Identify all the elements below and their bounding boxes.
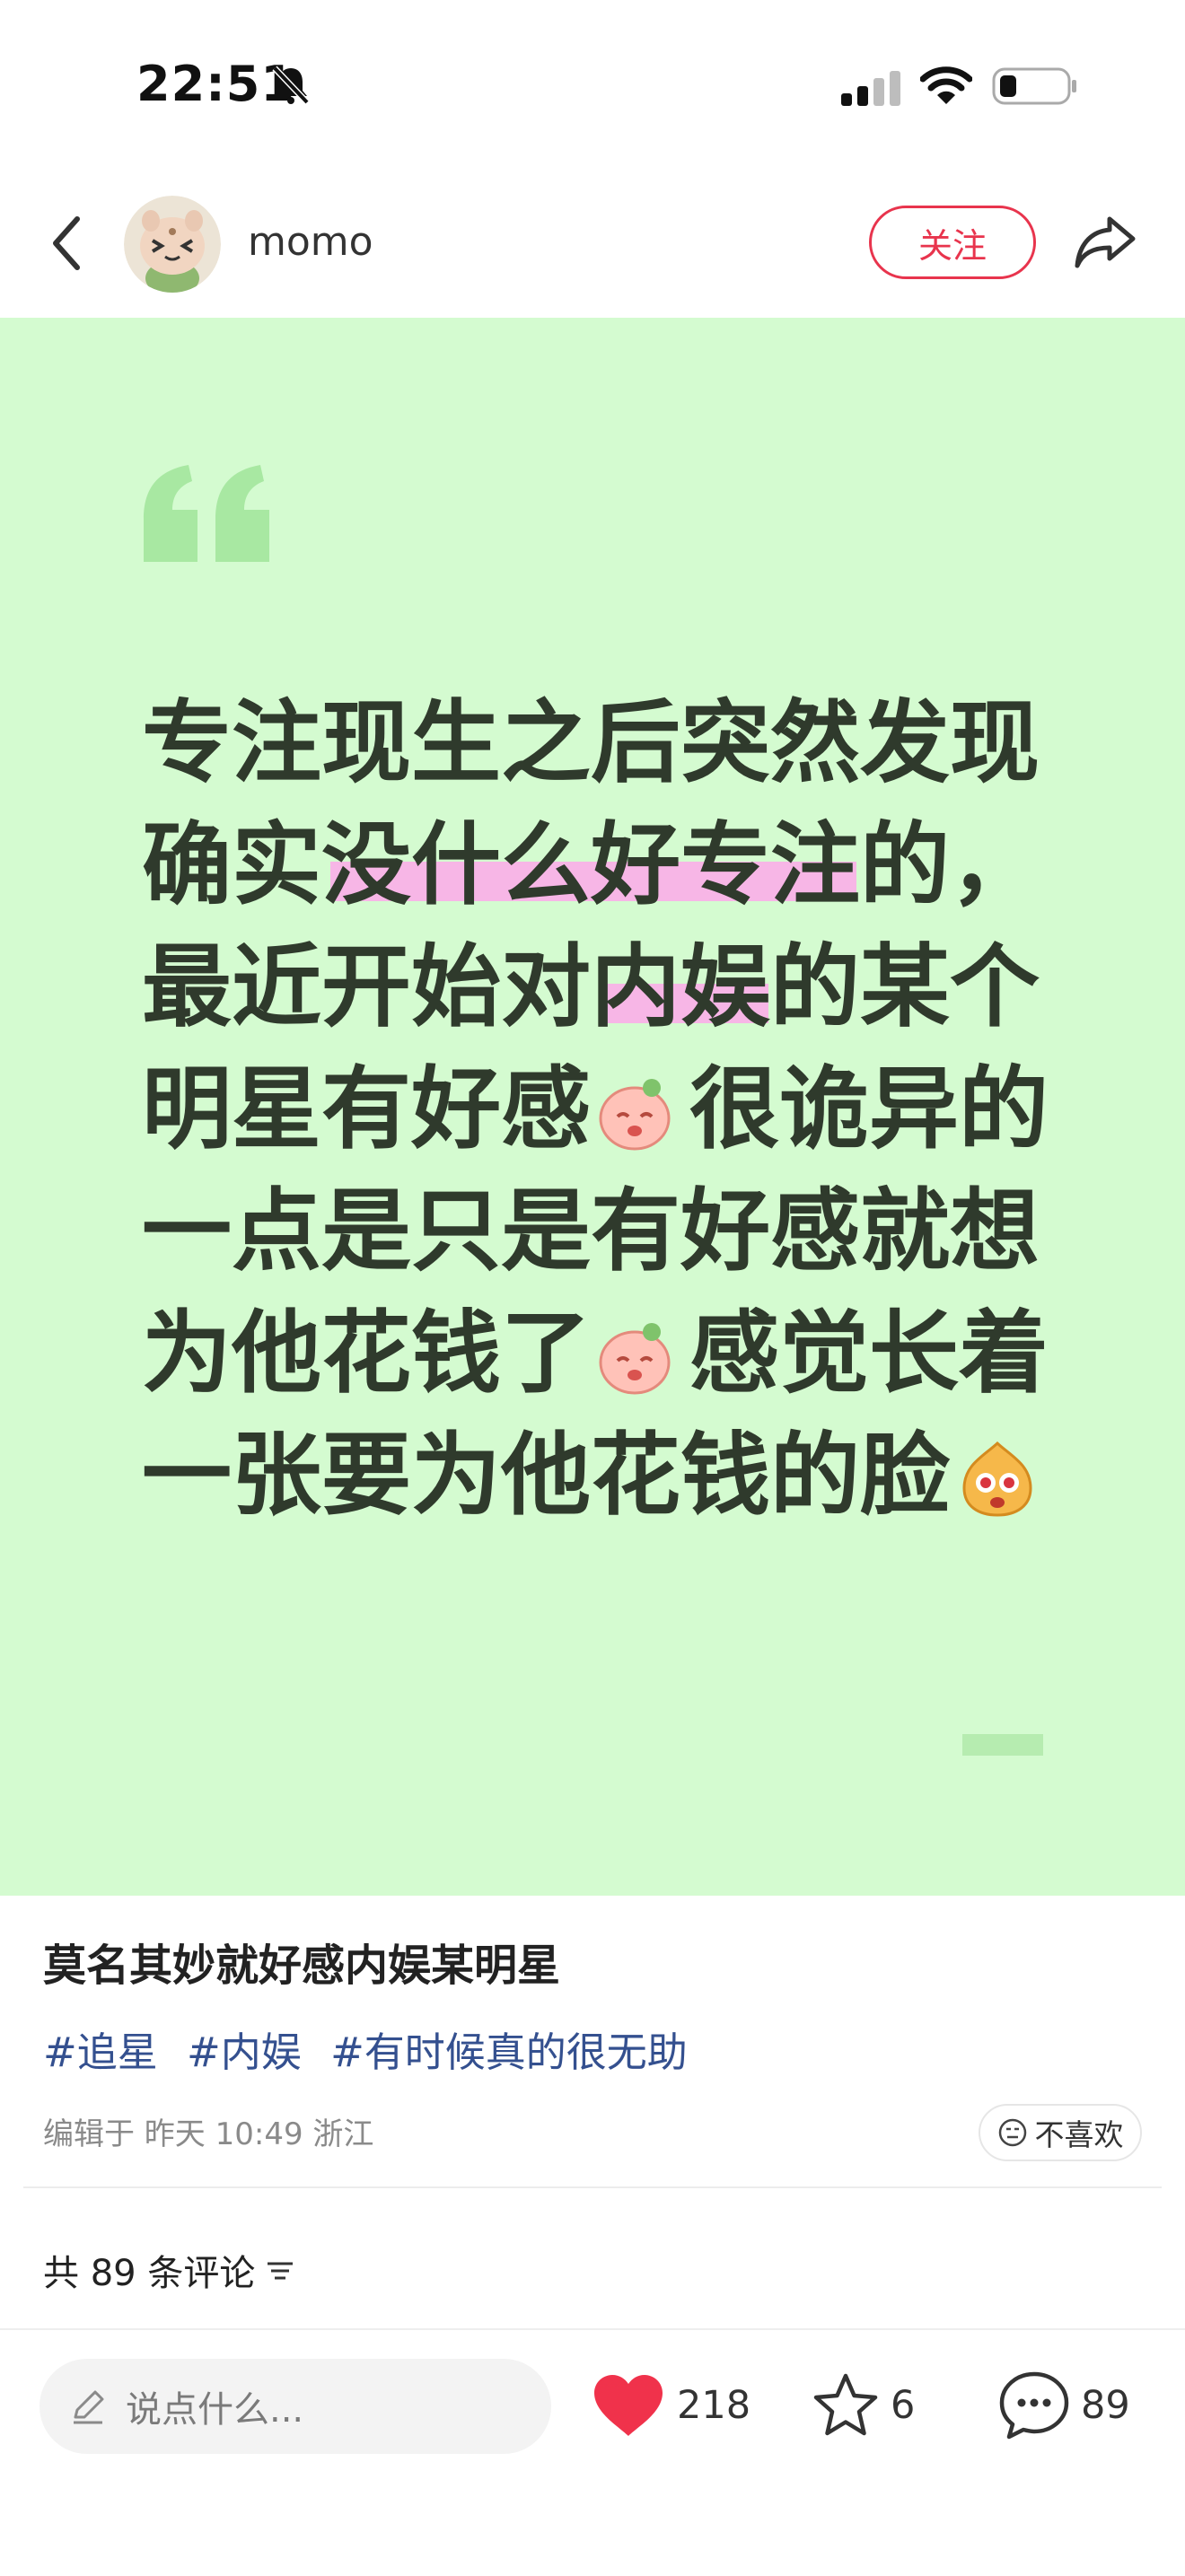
avatar[interactable] (124, 196, 221, 293)
note-line: 专注现生之后突然发现 (142, 690, 1040, 795)
comment-input[interactable]: 说点什么... (40, 2359, 551, 2454)
hashtag-link[interactable]: #追星 (43, 2028, 158, 2076)
username[interactable]: momo (248, 219, 373, 265)
hashtag-link[interactable]: #内娱 (187, 2028, 302, 2076)
comment-button[interactable]: 89 (998, 2370, 1130, 2441)
wifi-icon (920, 66, 972, 104)
dislike-button[interactable]: 不喜欢 (979, 2104, 1142, 2161)
back-button[interactable] (43, 212, 92, 275)
tag-row: #追星 #内娱 #有时候真的很无助 (43, 2020, 704, 2078)
note-line: 确实没什么好专注的， (142, 812, 1040, 917)
pencil-icon (74, 2390, 104, 2424)
comment-input-placeholder: 说点什么... (126, 2389, 304, 2431)
comment-count-label: 共 89 条评论 (43, 2253, 256, 2294)
heart-icon (594, 2375, 663, 2436)
like-button[interactable]: 218 (592, 2370, 750, 2441)
note-line: 一点是只是有好感就想 (142, 1178, 1040, 1284)
blush-emoji-icon (599, 1323, 671, 1395)
star-icon (813, 2373, 878, 2436)
note-line: 最近开始对内娱的某个 (142, 934, 1040, 1039)
comment-count: 89 (1081, 2383, 1130, 2428)
like-count: 218 (677, 2383, 751, 2428)
sort-icon (268, 2262, 294, 2280)
collect-button[interactable]: 6 (812, 2370, 915, 2441)
collect-count: 6 (891, 2383, 916, 2428)
comment-sort-button[interactable]: 共 89 条评论 (43, 2244, 296, 2296)
quote-mark-icon (144, 465, 269, 562)
cellular-signal-icon (841, 71, 900, 106)
post-title: 莫名其妙就好感内娱某明星 (43, 1941, 561, 1991)
divider (23, 2186, 1162, 2188)
note-line: 一张要为他花钱的脸 (142, 1423, 950, 1528)
follow-button[interactable]: 关注 (869, 206, 1036, 279)
share-icon[interactable] (1072, 212, 1138, 271)
dislike-label: 不喜欢 (1034, 2117, 1124, 2152)
hashtag-link[interactable]: #有时候真的很无助 (330, 2028, 688, 2076)
chat-bubble-icon (999, 2371, 1069, 2440)
battery-icon (992, 67, 1076, 105)
edit-info: 编辑于 昨天 10:49 浙江 (43, 2116, 374, 2152)
bell-muted-icon (272, 66, 310, 105)
blush-emoji-icon (599, 1079, 671, 1151)
card-end-mark (962, 1734, 1043, 1756)
heart-eyes-emoji-icon (962, 1441, 1032, 1517)
meh-face-icon (998, 2118, 1026, 2147)
